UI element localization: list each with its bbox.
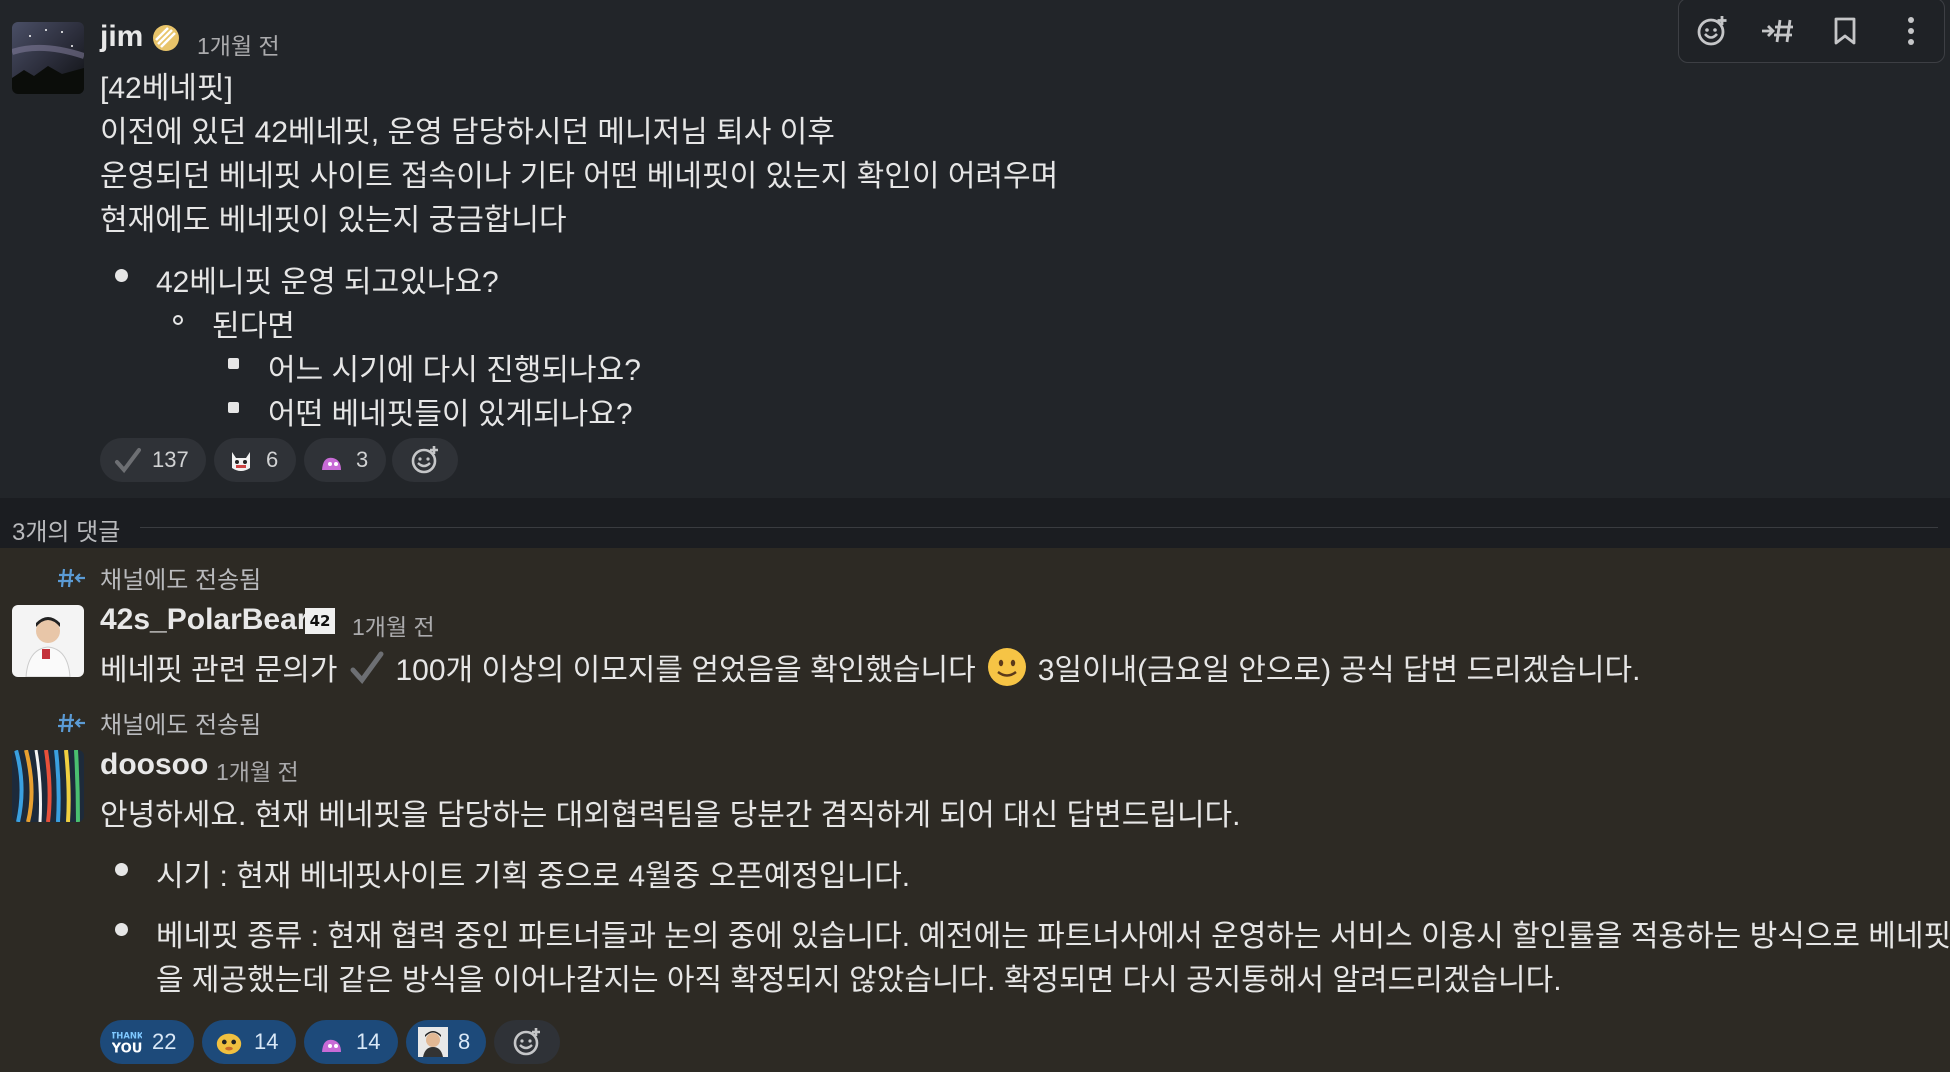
reaction-cat[interactable]: 6 [214, 438, 296, 482]
svg-text:YOU: YOU [112, 1041, 142, 1056]
message-text: 베네핏 관련 문의가 [100, 654, 338, 687]
sent-to-channel-note[interactable]: 채널에도 전송됨 [58, 705, 261, 740]
forward-to-channel-button[interactable] [1756, 9, 1800, 53]
bookmark-icon [1834, 17, 1856, 44]
reaction-count: 14 [356, 1029, 381, 1054]
message-line: 현재에도 베네핏이 있는지 궁금합니다 [100, 204, 567, 237]
message-text: 3일이내(금요일 안으로) 공식 답변 드리겠습니다. [1037, 654, 1641, 687]
timestamp[interactable]: 1개월 전 [352, 608, 435, 642]
message-line: 운영되던 베네핏 사이트 접속이나 기타 어떤 베네핏이 있는지 확인이 어려우… [100, 160, 1059, 193]
list-item: 42베니핏 운영 되고있나요? [156, 266, 499, 299]
bullet-disc [115, 269, 128, 282]
add-reaction-button[interactable] [494, 1020, 560, 1064]
status-emoji-icon [152, 24, 180, 57]
forward-to-channel-icon [1762, 19, 1794, 42]
cat-face-icon [226, 445, 256, 475]
message-text: 100개 이상의 이모지를 얻었음을 확인했습니다 [395, 654, 976, 687]
check-mark-icon [347, 648, 385, 686]
timestamp[interactable]: 1개월 전 [197, 27, 280, 61]
replies-divider [0, 498, 1950, 548]
reaction-count: 6 [266, 447, 279, 472]
author-name[interactable]: jim [100, 20, 143, 54]
message-line: 이전에 있던 42베네핏, 운영 담당하시던 메니저님 퇴사 이후 [100, 116, 835, 149]
reaction-count: 137 [152, 447, 189, 472]
add-reaction-icon [513, 1028, 540, 1056]
bullet-square [228, 358, 239, 369]
reaction-count: 3 [356, 447, 369, 472]
list-item: 시기 : 현재 베네핏사이트 기획 중으로 4월중 오픈예정입니다. [156, 860, 911, 893]
message-line: 베네핏 관련 문의가 100개 이상의 이모지를 얻었음을 확인했습니다 3일이… [100, 645, 1640, 689]
avatar[interactable] [12, 22, 84, 94]
list-item: 어느 시기에 다시 진행되나요? [268, 354, 641, 387]
thank-you-icon: THANK YOU [112, 1027, 142, 1057]
more-options-icon [1907, 16, 1914, 45]
slightly-smiling-face-icon [986, 646, 1028, 688]
message-line: 안녕하세요. 현재 베네핏을 담당하는 대외협력팀을 당분간 겸직하게 되어 대… [100, 799, 1241, 832]
avatar[interactable] [12, 605, 84, 677]
reaction-blob[interactable]: 14 [304, 1020, 398, 1064]
add-reaction-toolbar-button[interactable] [1690, 9, 1734, 53]
timestamp[interactable]: 1개월 전 [216, 753, 299, 787]
sent-to-channel-note[interactable]: 채널에도 전송됨 [58, 560, 261, 595]
reaction-yellow-face[interactable]: 14 [202, 1020, 296, 1064]
sent-to-channel-icon [58, 568, 85, 587]
person-photo-icon [418, 1027, 448, 1057]
add-reaction-icon [1697, 15, 1727, 45]
reaction-count: 14 [254, 1029, 279, 1054]
pink-blob-icon [316, 1027, 346, 1057]
sent-to-channel-icon [58, 713, 85, 732]
bookmark-button[interactable] [1823, 9, 1867, 53]
bullet-disc [115, 863, 128, 876]
bullet-disc [115, 923, 128, 936]
add-reaction-button[interactable] [392, 438, 458, 482]
bullet-circle [173, 315, 183, 325]
sent-note-text: 채널에도 전송됨 [100, 567, 262, 594]
reaction-thank-you[interactable]: THANK YOU 22 [100, 1020, 194, 1064]
reaction-count: 8 [458, 1029, 471, 1054]
list-item: 어떤 베네핏들이 있게되나요? [268, 398, 633, 431]
reaction-check[interactable]: 137 [100, 438, 206, 482]
more-options-button[interactable] [1889, 9, 1933, 53]
list-item-continuation: 을 제공했는데 같은 방식을 이어나갈지는 아직 확정되지 않았습니다. 확정되… [156, 964, 1562, 997]
pink-blob-icon [316, 445, 346, 475]
list-item: 베네핏 종류 : 현재 협력 중인 파트너들과 논의 중에 있습니다. 예전에는… [156, 920, 1950, 953]
sent-note-text: 채널에도 전송됨 [100, 712, 262, 739]
add-reaction-icon [411, 446, 438, 474]
list-item: 된다면 [212, 310, 295, 343]
reaction-count: 22 [152, 1029, 177, 1054]
author-name[interactable]: doosoo [100, 748, 208, 782]
bullet-square [228, 402, 239, 413]
parent-message: jim 1개월 전 [42베네핏] 이전에 있던 42베네핏, 운영 담당하시던… [0, 0, 1950, 498]
svg-text:THANK: THANK [112, 1030, 142, 1040]
divider-line [140, 527, 1938, 528]
badge-42-icon: 42 [305, 608, 335, 634]
reaction-blob[interactable]: 3 [304, 438, 386, 482]
message-actions-toolbar [1678, 0, 1945, 63]
message-line: [42베네핏] [100, 72, 233, 105]
check-mark-icon [112, 445, 142, 475]
yellow-face-icon [214, 1027, 244, 1057]
reply-count-label: 3개의 댓글 [12, 519, 121, 546]
author-name[interactable]: 42s_PolarBear [100, 603, 308, 637]
avatar[interactable] [12, 750, 84, 822]
reaction-person[interactable]: 8 [406, 1020, 486, 1064]
